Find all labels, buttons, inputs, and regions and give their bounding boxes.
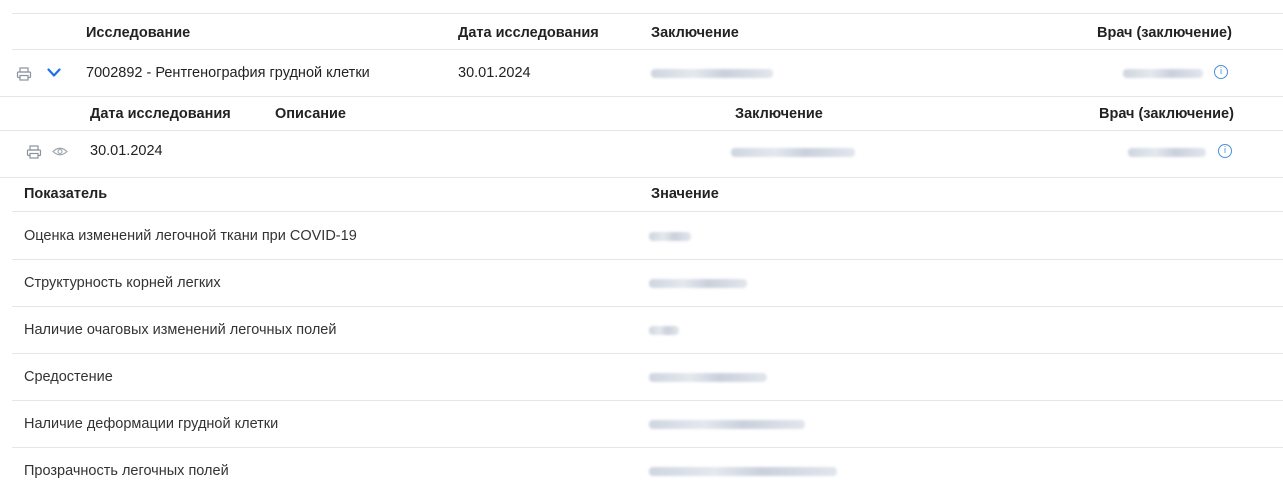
inner-doctor-redacted bbox=[1128, 148, 1206, 157]
indicator-label: Прозрачность легочных полей bbox=[24, 463, 229, 479]
value-col-header: Значение bbox=[651, 186, 719, 202]
doctor-redacted bbox=[1123, 69, 1203, 78]
description-date: 30.01.2024 bbox=[90, 143, 163, 159]
indicator-value-redacted bbox=[649, 232, 691, 241]
indicator-label: Наличие очаговых изменений легочных поле… bbox=[24, 322, 337, 338]
indicator-value-redacted bbox=[649, 279, 747, 288]
chevron-down-icon[interactable] bbox=[47, 68, 61, 78]
conclusion-redacted bbox=[651, 69, 773, 78]
indicator-value-redacted bbox=[649, 373, 767, 382]
eye-icon[interactable] bbox=[52, 146, 68, 157]
col-header-study-date: Дата исследования bbox=[458, 25, 599, 41]
indicator-value-redacted bbox=[649, 467, 837, 476]
inner-conclusion-redacted bbox=[731, 148, 855, 157]
info-icon[interactable]: i bbox=[1214, 65, 1228, 79]
indicator-value-redacted bbox=[649, 326, 679, 335]
print-icon[interactable] bbox=[26, 145, 42, 159]
inner-col-header-description: Описание bbox=[275, 106, 346, 122]
inner-col-header-conclusion: Заключение bbox=[735, 106, 823, 122]
col-header-doctor: Врач (заключение) bbox=[1097, 25, 1232, 41]
inner-col-header-study-date: Дата исследования bbox=[90, 106, 231, 122]
indicator-value-redacted bbox=[649, 420, 805, 429]
inner-col-header-doctor: Врач (заключение) bbox=[1099, 106, 1234, 122]
indicator-label: Средостение bbox=[24, 369, 113, 385]
indicator-label: Структурность корней легких bbox=[24, 275, 221, 291]
indicator-label: Оценка изменений легочной ткани при COVI… bbox=[24, 228, 357, 244]
print-icon[interactable] bbox=[16, 67, 32, 81]
study-name: 7002892 - Рентгенография грудной клетки bbox=[86, 65, 370, 81]
indicator-label: Наличие деформации грудной клетки bbox=[24, 416, 279, 432]
indicator-col-header: Показатель bbox=[24, 186, 108, 202]
col-header-study: Исследование bbox=[86, 25, 191, 41]
col-header-conclusion: Заключение bbox=[651, 25, 739, 41]
info-icon[interactable]: i bbox=[1218, 144, 1232, 158]
study-date: 30.01.2024 bbox=[458, 65, 531, 81]
